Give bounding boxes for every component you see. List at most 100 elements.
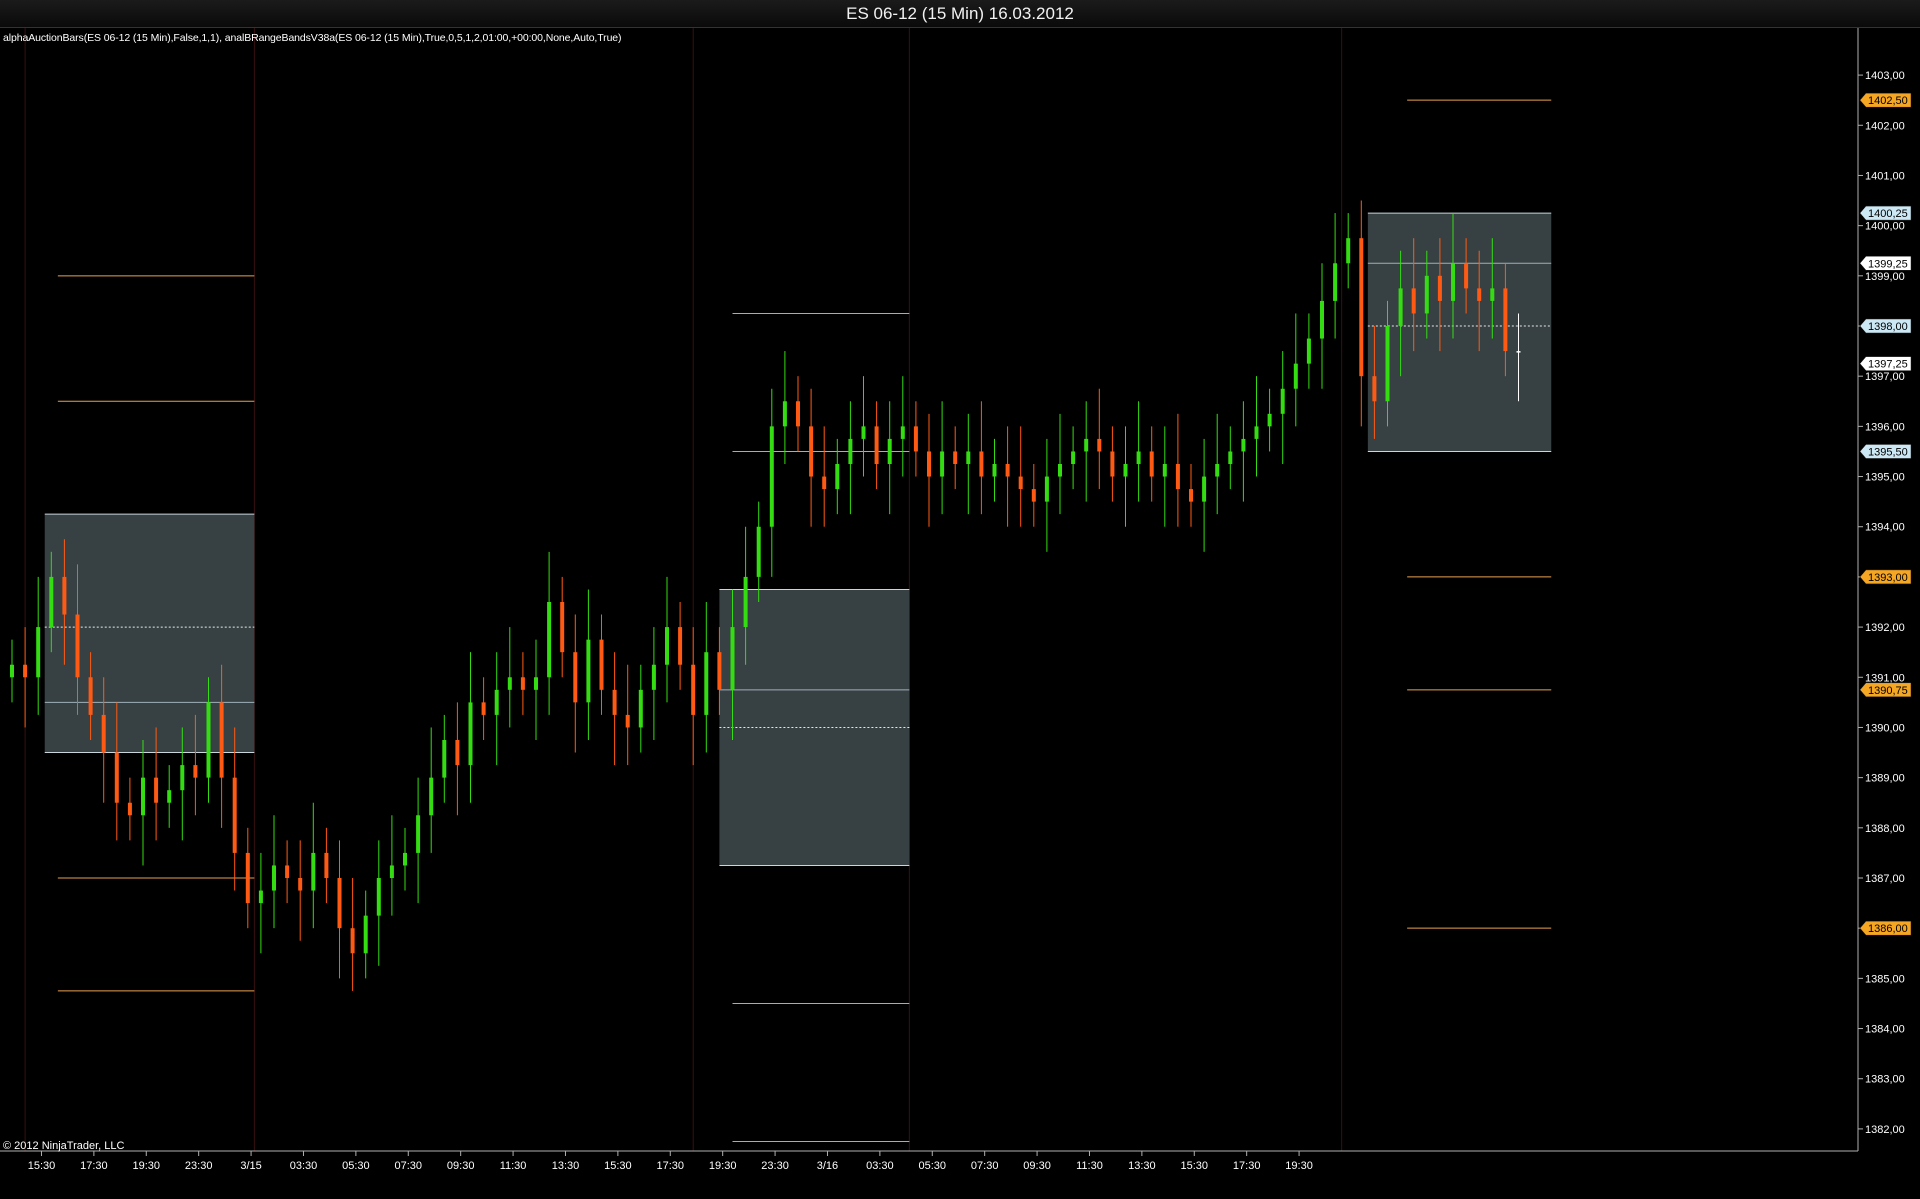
candle (1018, 426, 1023, 527)
candle-body (966, 451, 971, 464)
candle-body (1372, 376, 1377, 402)
candle-body (691, 664, 696, 715)
price-marker-label: 1393,00 (1868, 572, 1908, 584)
candle (900, 376, 905, 477)
price-markers: 1402,50 1400,25 1399,25 1398,00 1397,25 1395,… (1859, 92, 1912, 936)
x-tick-label: 3/16 (817, 1160, 838, 1172)
candle (534, 639, 538, 740)
candle (285, 840, 290, 904)
candle (1254, 376, 1259, 477)
candle (429, 727, 434, 853)
candle (625, 664, 630, 766)
candle (782, 351, 787, 464)
candle-body (1189, 489, 1193, 502)
x-tick-label: 15:30 (28, 1160, 56, 1172)
candle (363, 890, 368, 979)
candle (1359, 200, 1364, 427)
candle-body (350, 928, 355, 954)
candle (1280, 351, 1285, 464)
candle-body (992, 464, 997, 477)
y-tick-label: 1394,00 (1865, 522, 1905, 534)
price-marker: 1402,50 (1859, 92, 1912, 108)
candle (127, 777, 132, 841)
x-tick-label: 13:30 (1128, 1160, 1156, 1172)
candle (573, 614, 578, 753)
candle (1071, 426, 1076, 490)
x-tick-label: 05:30 (342, 1160, 370, 1172)
y-tick-label: 1399,00 (1865, 271, 1905, 283)
x-tick-label: 13:30 (552, 1160, 580, 1172)
candle-body (913, 426, 918, 452)
candle (756, 501, 761, 602)
candle-body (809, 426, 814, 477)
y-tick-label: 1387,00 (1865, 873, 1905, 885)
candle-body (114, 752, 119, 803)
candle-body (416, 815, 421, 853)
y-tick-label: 1391,00 (1865, 672, 1905, 684)
candle (835, 438, 840, 515)
candle (874, 401, 879, 490)
candle (822, 426, 827, 527)
candle (1293, 313, 1298, 427)
candle (494, 652, 499, 766)
y-tick-label: 1403,00 (1865, 70, 1905, 82)
candle (520, 652, 525, 715)
candle-body (756, 526, 761, 577)
candle (966, 413, 971, 515)
candle-body (1411, 288, 1416, 314)
candle-body (835, 464, 840, 490)
chart-panel[interactable]: 1382,00 1383,00 1384,00 1385,00 1386,00 1387,… (0, 28, 1920, 1199)
x-tick-label: 19:30 (709, 1160, 737, 1172)
candle-body (1516, 351, 1521, 353)
candle-body (75, 614, 80, 678)
candle (1228, 426, 1233, 490)
candle-body (520, 677, 525, 690)
price-marker: 1397,25 (1859, 356, 1912, 371)
candle (927, 413, 931, 527)
candle (167, 765, 172, 828)
candle (1044, 438, 1049, 552)
candle-body (651, 664, 656, 690)
candle-body (782, 401, 787, 427)
candle (940, 401, 945, 515)
price-marker: 1390,75 (1859, 682, 1912, 698)
candle-body (1162, 464, 1167, 477)
candle-body (1254, 426, 1259, 439)
candle (678, 602, 683, 690)
candle-body (481, 702, 486, 715)
y-axis-ticks: 1382,00 1383,00 1384,00 1385,00 1386,00 1387,… (1858, 70, 1905, 1136)
x-tick-label: 23:30 (761, 1160, 789, 1172)
candle-body (822, 476, 827, 490)
candle-body (1424, 275, 1429, 314)
candle (1058, 413, 1062, 515)
candle-body (376, 878, 381, 916)
candle-body (154, 777, 159, 803)
candle-body (1215, 464, 1220, 477)
candle-body (232, 777, 237, 853)
candle (612, 652, 617, 766)
candle-body (127, 802, 132, 816)
candlestick-chart[interactable]: 1382,00 1383,00 1384,00 1385,00 1386,00 1387,… (0, 28, 1920, 1199)
chart-axes (0, 28, 1859, 1152)
candle-body (743, 576, 748, 628)
x-tick-label: 19:30 (133, 1160, 161, 1172)
candle-body (1398, 288, 1403, 326)
x-axis-ticks: 15:30 17:30 19:30 23:30 3/15 03:30 05:30 07:30 0… (28, 1151, 1313, 1172)
candle (468, 652, 473, 803)
candle (1110, 426, 1115, 502)
candle-body (1149, 451, 1154, 477)
candle-body (245, 852, 250, 904)
candle-body (429, 777, 434, 816)
y-tick-label: 1388,00 (1865, 823, 1905, 835)
candle-body (678, 627, 683, 665)
candle (769, 388, 774, 577)
candle-body (88, 677, 93, 715)
candle-body (1451, 263, 1455, 301)
y-tick-label: 1402,00 (1865, 120, 1905, 132)
candle (848, 401, 853, 515)
candle-body (337, 878, 342, 929)
candle (979, 401, 984, 515)
candle-body (49, 576, 54, 628)
candle (10, 639, 14, 703)
candle-body (1097, 438, 1102, 452)
